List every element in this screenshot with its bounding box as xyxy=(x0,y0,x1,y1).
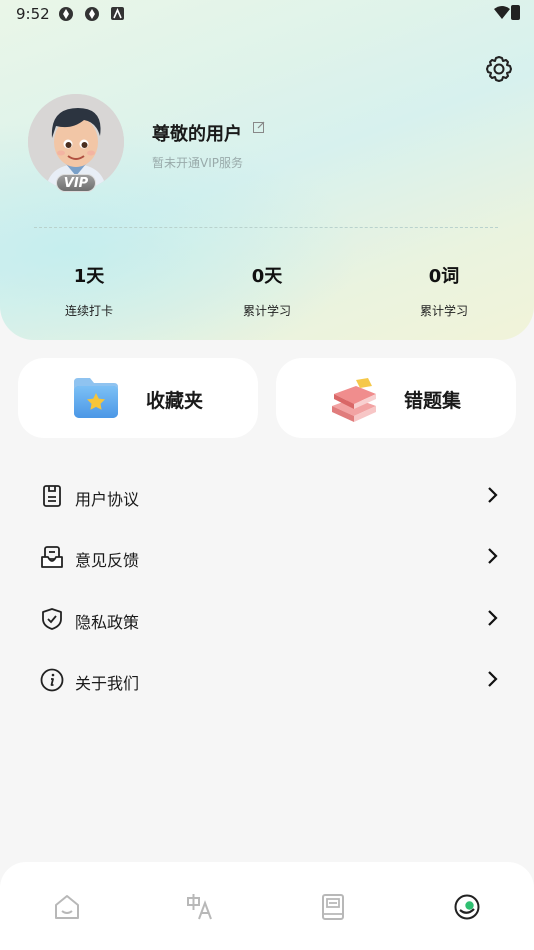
info-icon xyxy=(40,668,64,692)
favorites-card[interactable]: 收藏夹 xyxy=(18,358,258,438)
settings-gear-icon[interactable] xyxy=(484,54,514,84)
chevron-right-icon xyxy=(488,610,498,626)
wifi-icon xyxy=(494,6,510,19)
feedback-icon xyxy=(41,546,63,568)
username: 尊敬的用户 xyxy=(152,124,242,145)
chevron-right-icon xyxy=(488,548,498,564)
stat-value: 0天 xyxy=(251,266,283,287)
folder-star-icon xyxy=(74,378,118,418)
stat-checkin-streak: 1天 连续打卡 xyxy=(29,262,149,319)
book-icon[interactable] xyxy=(318,892,348,922)
chevron-right-icon xyxy=(488,487,498,503)
books-icon xyxy=(332,378,376,422)
avatar[interactable]: VIP xyxy=(28,94,124,192)
menu-label: 用户协议 xyxy=(75,490,140,509)
chevron-right-icon xyxy=(488,671,498,687)
app-notification-icon xyxy=(111,7,124,20)
vip-status-text: 暂未开通VIP服务 xyxy=(152,156,243,170)
stat-study-words: 0词 累计学习 xyxy=(384,262,504,319)
favorites-label: 收藏夹 xyxy=(146,390,204,412)
wrong-questions-card[interactable]: 错题集 xyxy=(276,358,516,438)
divider xyxy=(34,227,498,228)
stat-study-days: 0天 累计学习 xyxy=(207,262,327,319)
menu-label: 意见反馈 xyxy=(75,551,140,570)
stat-label: 累计学习 xyxy=(419,304,468,318)
menu-item-privacy-policy[interactable]: 隐私政策 xyxy=(18,594,516,644)
home-icon[interactable] xyxy=(52,892,82,922)
menu-item-user-agreement[interactable]: 用户协议 xyxy=(18,471,516,521)
wrong-questions-label: 错题集 xyxy=(404,390,462,412)
document-icon xyxy=(43,485,61,507)
shield-icon xyxy=(42,608,62,630)
stat-label: 累计学习 xyxy=(242,304,291,318)
menu-item-feedback[interactable]: 意见反馈 xyxy=(18,532,516,582)
stat-value: 0词 xyxy=(428,266,460,287)
status-bar: 9:52 xyxy=(0,0,534,28)
notification-icon xyxy=(85,7,99,21)
edit-icon[interactable] xyxy=(253,121,265,133)
battery-icon xyxy=(511,5,520,20)
profile-icon[interactable] xyxy=(452,892,482,922)
vip-badge: VIP xyxy=(56,174,96,192)
menu-label: 关于我们 xyxy=(75,674,140,693)
status-time: 9:52 xyxy=(16,5,50,23)
translate-icon[interactable] xyxy=(185,892,215,922)
stat-value: 1天 xyxy=(73,266,105,287)
notification-icon xyxy=(59,7,73,21)
stat-label: 连续打卡 xyxy=(64,304,113,318)
menu-item-about-us[interactable]: 关于我们 xyxy=(18,655,516,705)
bottom-navigation xyxy=(0,862,534,950)
menu-label: 隐私政策 xyxy=(75,613,140,632)
